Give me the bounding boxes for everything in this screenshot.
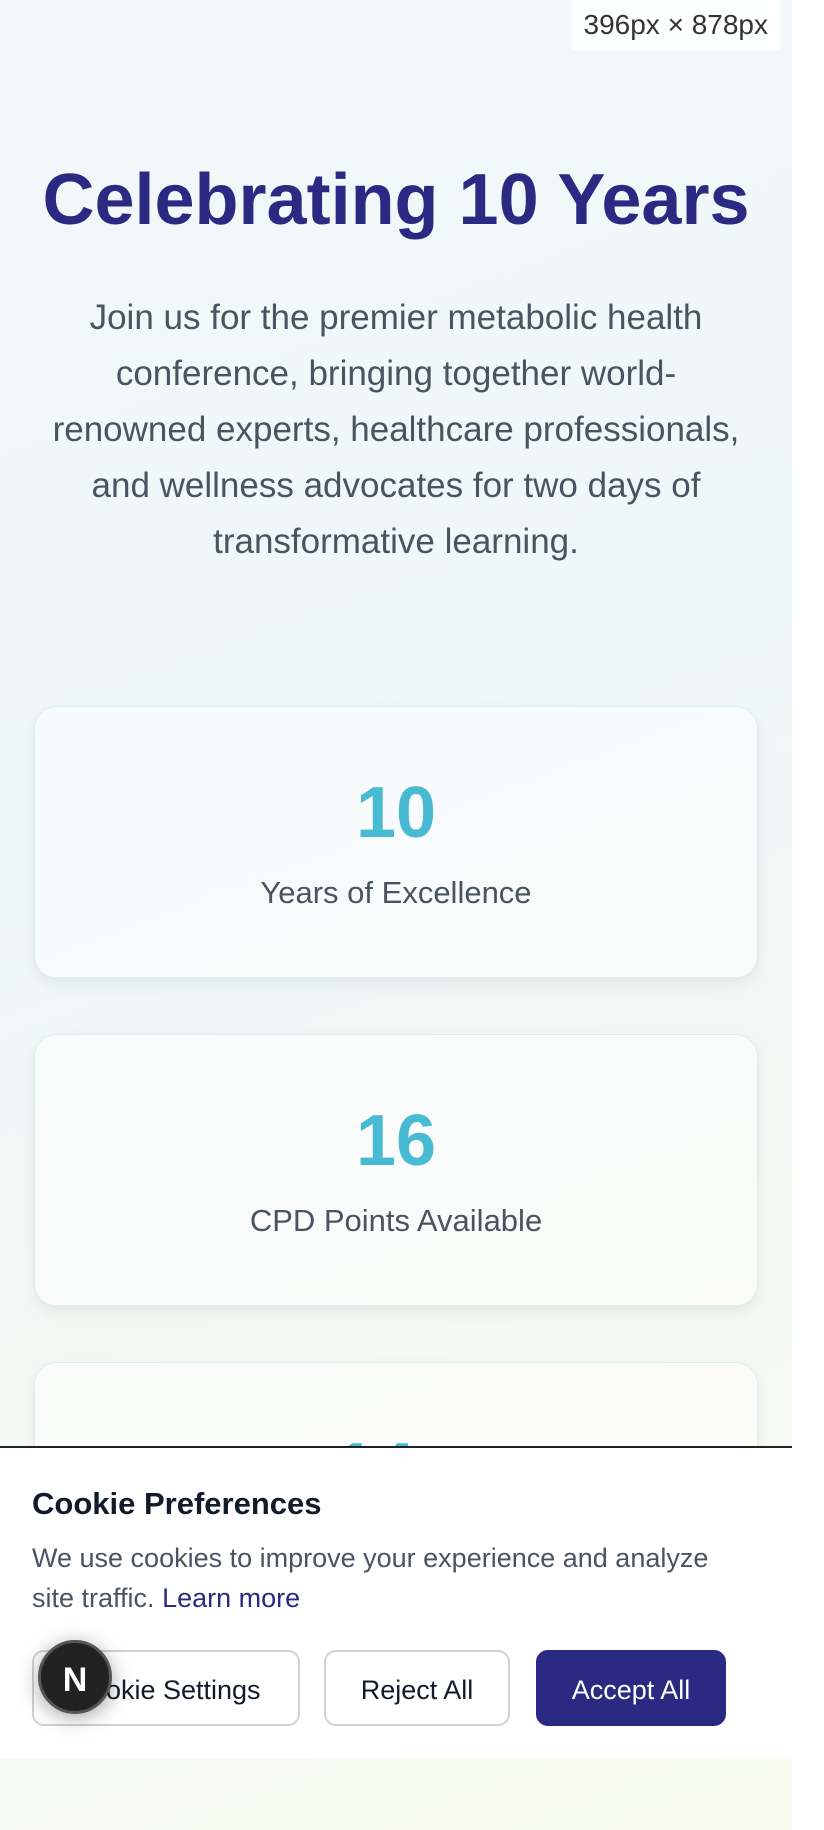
cookie-banner-text: We use cookies to improve your experienc…	[32, 1538, 752, 1618]
stat-label: CPD Points Available	[249, 1203, 543, 1238]
stat-value: 10	[355, 773, 437, 853]
stat-card-cpd: 16 CPD Points Available	[34, 1034, 758, 1306]
cookie-banner-message: We use cookies to improve your experienc…	[32, 1543, 709, 1613]
hero-description: Join us for the premier metabolic health…	[52, 298, 740, 561]
stat-card-years: 10 Years of Excellence	[34, 706, 758, 978]
viewport-size-badge: 396px × 878px	[571, 0, 780, 50]
nextjs-dev-indicator-icon[interactable]: N	[38, 1640, 112, 1714]
learn-more-link[interactable]: Learn more	[162, 1583, 300, 1613]
stat-label: Years of Excellence	[260, 875, 532, 910]
stat-value: 16	[355, 1101, 437, 1181]
hero-title: Celebrating 10 Years	[42, 160, 750, 240]
cookie-banner-title: Cookie Preferences	[32, 1486, 322, 1521]
page-viewport: 396px × 878px Celebrating 10 Years Join …	[0, 0, 792, 1830]
accept-all-button[interactable]: Accept All	[536, 1650, 726, 1726]
reject-all-button[interactable]: Reject All	[324, 1650, 510, 1726]
cookie-banner: Cookie Preferences We use cookies to imp…	[0, 1446, 792, 1758]
